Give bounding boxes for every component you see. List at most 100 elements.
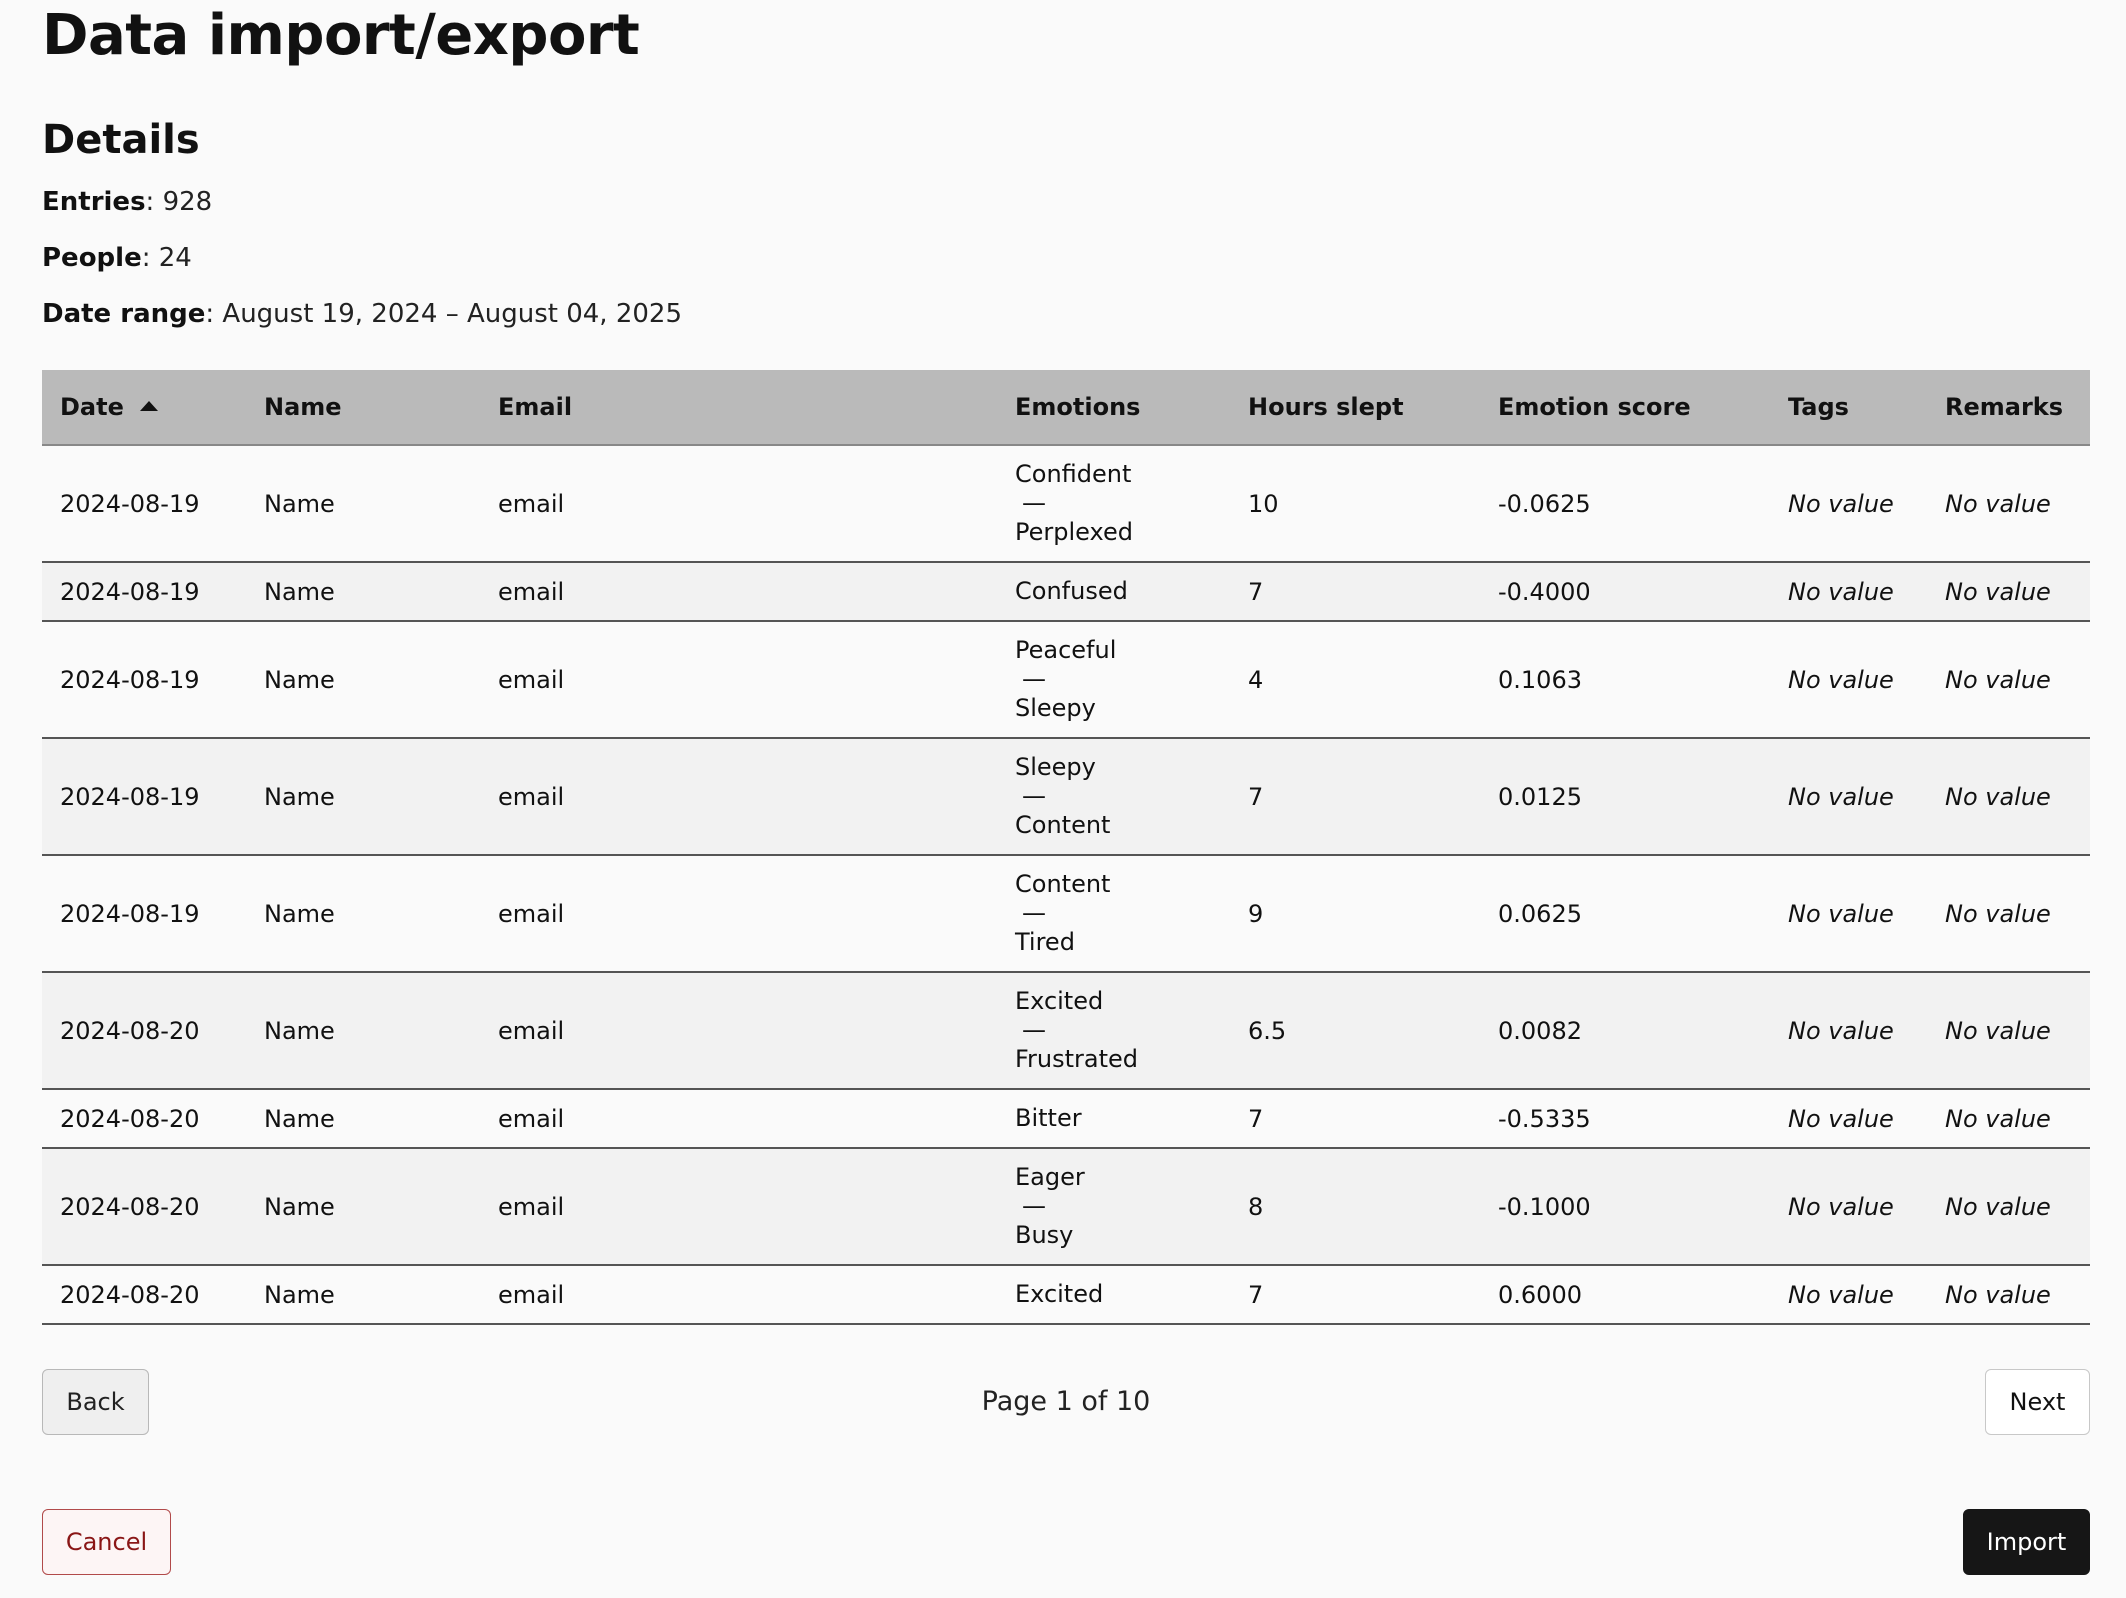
cell-emotions: Excited — Frustrated: [997, 972, 1230, 1090]
date-range-label: Date range: [42, 299, 206, 329]
cell-emotions: Peaceful — Sleepy: [997, 621, 1230, 739]
column-header-label: Date: [60, 393, 124, 421]
page: Data import/export Details Entries: 928 …: [0, 0, 2126, 1598]
entries-value: 928: [162, 187, 213, 217]
emotion-label: Content: [1015, 870, 1111, 898]
column-header-tags[interactable]: Tags: [1770, 370, 1927, 446]
column-header-label: Emotions: [1015, 393, 1141, 421]
cell-date: 2024-08-20: [42, 1148, 246, 1266]
emotion-label: Excited: [1015, 987, 1104, 1015]
cell-remarks: No value: [1927, 562, 2090, 622]
table-row[interactable]: 2024-08-20 Name email Eager — Busy 8 -0.1000 No …: [42, 1148, 2090, 1266]
form-actions: Cancel Import: [42, 1509, 2090, 1577]
cell-emotion-score: -0.4000: [1480, 562, 1770, 622]
cell-tags: No value: [1770, 1148, 1927, 1266]
column-header-emotion-score[interactable]: Emotion score: [1480, 370, 1770, 446]
column-header-label: Name: [264, 393, 342, 421]
cell-date: 2024-08-19: [42, 738, 246, 856]
cell-email: email: [480, 1089, 997, 1149]
cell-email: email: [480, 738, 997, 856]
cell-hours-slept: 7: [1230, 1089, 1480, 1149]
column-header-label: Tags: [1788, 393, 1849, 421]
cell-remarks: No value: [1927, 1265, 2090, 1325]
cell-name: Name: [246, 621, 480, 739]
cell-emotion-score: -0.5335: [1480, 1089, 1770, 1149]
cell-tags: No value: [1770, 855, 1927, 973]
entries-table: Date Name Email Emotions Hours slept Emo…: [42, 370, 2090, 1325]
next-button[interactable]: Next: [1985, 1369, 2090, 1435]
table-row[interactable]: 2024-08-19 Name email Peaceful — Sleepy 4 0.106…: [42, 621, 2090, 739]
table-row[interactable]: 2024-08-20 Name email Bitter 7 -0.5335 No valu…: [42, 1089, 2090, 1149]
cell-date: 2024-08-20: [42, 1265, 246, 1325]
cell-emotion-score: 0.0125: [1480, 738, 1770, 856]
table-row[interactable]: 2024-08-19 Name email Confident — Perplexed 10…: [42, 445, 2090, 563]
cell-remarks: No value: [1927, 621, 2090, 739]
cell-hours-slept: 10: [1230, 445, 1480, 563]
cell-emotion-score: -0.0625: [1480, 445, 1770, 563]
emotion-label: Content: [1015, 811, 1111, 839]
entries-line: Entries: 928: [42, 187, 213, 217]
cell-name: Name: [246, 1265, 480, 1325]
import-button[interactable]: Import: [1963, 1509, 2090, 1575]
cell-hours-slept: 7: [1230, 1265, 1480, 1325]
cell-tags: No value: [1770, 738, 1927, 856]
column-header-name[interactable]: Name: [246, 370, 480, 446]
table-row[interactable]: 2024-08-20 Name email Excited 7 0.6000 No valu…: [42, 1265, 2090, 1325]
details-heading: Details: [42, 117, 200, 163]
cell-emotion-score: 0.6000: [1480, 1265, 1770, 1325]
date-range-value: August 19, 2024 – August 04, 2025: [222, 299, 683, 329]
entries-table-container: Date Name Email Emotions Hours slept Emo…: [42, 370, 2090, 1325]
people-label: People: [42, 243, 142, 273]
cell-date: 2024-08-20: [42, 1089, 246, 1149]
emotion-separator: —: [1022, 782, 1046, 810]
cell-remarks: No value: [1927, 445, 2090, 563]
column-header-label: Emotion score: [1498, 393, 1691, 421]
column-header-label: Hours slept: [1248, 393, 1404, 421]
column-header-emotions[interactable]: Emotions: [997, 370, 1230, 446]
cell-date: 2024-08-19: [42, 562, 246, 622]
cell-hours-slept: 8: [1230, 1148, 1480, 1266]
cell-email: email: [480, 972, 997, 1090]
emotion-label: Eager: [1015, 1163, 1085, 1191]
table-row[interactable]: 2024-08-19 Name email Confused 7 -0.4000 No va…: [42, 562, 2090, 622]
cell-name: Name: [246, 562, 480, 622]
column-header-date[interactable]: Date: [42, 370, 246, 446]
emotion-label: Excited: [1015, 1280, 1104, 1308]
cell-name: Name: [246, 1148, 480, 1266]
emotion-label: Perplexed: [1015, 518, 1133, 546]
cell-date: 2024-08-19: [42, 855, 246, 973]
cell-hours-slept: 4: [1230, 621, 1480, 739]
cell-hours-slept: 9: [1230, 855, 1480, 973]
cancel-button[interactable]: Cancel: [42, 1509, 171, 1575]
pagination: Back Page 1 of 10 Next: [42, 1369, 2090, 1437]
column-header-email[interactable]: Email: [480, 370, 997, 446]
cell-name: Name: [246, 738, 480, 856]
cell-tags: No value: [1770, 972, 1927, 1090]
table-row[interactable]: 2024-08-19 Name email Content — Tired 9 0.0625 N…: [42, 855, 2090, 973]
cell-emotion-score: 0.0625: [1480, 855, 1770, 973]
cell-tags: No value: [1770, 1265, 1927, 1325]
page-indicator: Page 1 of 10: [981, 1386, 1151, 1417]
column-header-hours-slept[interactable]: Hours slept: [1230, 370, 1480, 446]
back-button[interactable]: Back: [42, 1369, 149, 1435]
table-body: 2024-08-19 Name email Confident — Perplexed 10…: [42, 445, 2090, 1325]
cell-name: Name: [246, 445, 480, 563]
cell-date: 2024-08-20: [42, 972, 246, 1090]
cell-date: 2024-08-19: [42, 621, 246, 739]
cell-emotions: Sleepy — Content: [997, 738, 1230, 856]
cell-hours-slept: 7: [1230, 562, 1480, 622]
table-row[interactable]: 2024-08-20 Name email Excited — Frustrated 6.5…: [42, 972, 2090, 1090]
cell-date: 2024-08-19: [42, 445, 246, 563]
table-row[interactable]: 2024-08-19 Name email Sleepy — Content 7 0.0125…: [42, 738, 2090, 856]
cell-email: email: [480, 445, 997, 563]
cell-emotions: Eager — Busy: [997, 1148, 1230, 1266]
cell-tags: No value: [1770, 621, 1927, 739]
cell-email: email: [480, 621, 997, 739]
cell-remarks: No value: [1927, 1148, 2090, 1266]
emotion-label: Frustrated: [1015, 1045, 1139, 1073]
emotion-label: Confused: [1015, 577, 1128, 605]
column-header-label: Email: [498, 393, 573, 421]
column-header-remarks[interactable]: Remarks: [1927, 370, 2090, 446]
emotion-label: Confident: [1015, 460, 1132, 488]
page-title: Data import/export: [42, 3, 640, 68]
